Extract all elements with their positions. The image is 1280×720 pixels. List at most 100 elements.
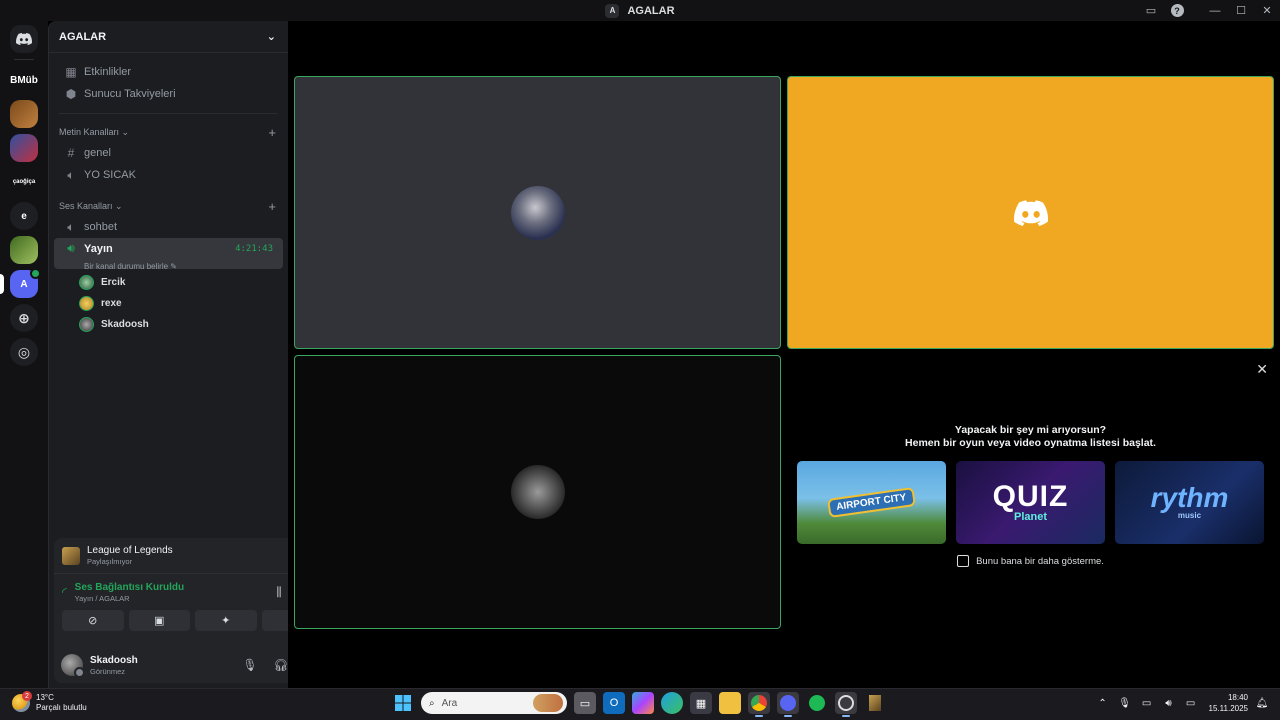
boost-icon: ⬢	[65, 87, 77, 101]
screen-share-button[interactable]: ▣	[128, 610, 190, 631]
calendar-icon: ▦	[65, 65, 77, 79]
add-voice-channel-icon[interactable]: +	[268, 199, 276, 214]
title-bar: A AGALAR ▭ ? — ☐ ✕	[0, 0, 1280, 21]
voice-channel-path[interactable]: Yayın / AGALAR	[75, 594, 259, 603]
help-icon[interactable]: ?	[1164, 0, 1190, 21]
avatar[interactable]	[61, 654, 85, 678]
clock[interactable]: 18:40 15.11.2025	[1209, 692, 1248, 714]
edge-icon[interactable]	[661, 692, 683, 714]
add-server-icon[interactable]: ⊕	[10, 304, 38, 332]
store-icon[interactable]: ▦	[690, 692, 712, 714]
windows-start-icon[interactable]	[392, 692, 414, 714]
user-name[interactable]: Skadoosh	[90, 655, 231, 666]
voice-user[interactable]: rexe	[49, 293, 288, 314]
channel-yayin[interactable]: 🔊︎ Yayın 4:21:43 Bir kanal durumu belirl…	[54, 238, 283, 271]
text-category[interactable]: Metin Kanalları ⌄ +	[49, 122, 288, 142]
voice-user-name: rexe	[101, 298, 122, 309]
discord-logo-icon	[1013, 199, 1048, 226]
maximize-button[interactable]: ☐	[1228, 0, 1254, 21]
activity-card-quiz-planet[interactable]: QUIZ Planet	[956, 461, 1105, 544]
discord-home-icon[interactable]	[10, 25, 38, 53]
channel-yo-sicak[interactable]: 🔈︎ YO SICAK	[54, 164, 283, 186]
voice-category[interactable]: Ses Kanalları ⌄ +	[49, 196, 288, 216]
network-icon[interactable]: ▭	[1139, 692, 1155, 714]
voice-connected-label[interactable]: Ses Bağlantısı Kuruldu	[75, 582, 259, 593]
spotify-icon[interactable]	[806, 692, 828, 714]
activity-title: AIRPORT CITY	[827, 487, 916, 518]
server-agalar[interactable]: A	[0, 268, 41, 298]
server-e[interactable]: e	[10, 202, 38, 230]
clock-date: 15.11.2025	[1208, 704, 1248, 713]
channel-sohbet[interactable]: 🔈︎ sohbet	[54, 216, 283, 238]
weather-widget[interactable]: 2 13°C Parçalı bulutlu	[12, 691, 87, 713]
channel-label: genel	[84, 147, 111, 159]
league-of-legends-taskbar-icon[interactable]	[864, 692, 886, 714]
avatar	[510, 185, 565, 240]
battery-icon[interactable]: ▭	[1183, 692, 1199, 714]
volume-icon[interactable]: 🔊︎	[1161, 692, 1177, 714]
participant-tile-rexe[interactable]	[787, 76, 1274, 349]
activities-button[interactable]: ✦	[195, 610, 257, 631]
avatar	[79, 317, 94, 332]
search-icon: ⌕	[429, 697, 435, 709]
discover-icon[interactable]: ◎	[10, 338, 38, 366]
close-icon[interactable]: ✕	[1256, 361, 1268, 378]
participant-tile-skadoosh[interactable]	[294, 355, 781, 629]
voice-user[interactable]: Skadoosh	[49, 314, 288, 335]
outlook-icon[interactable]: O	[603, 692, 625, 714]
hash-icon: #	[67, 146, 75, 160]
voice-user[interactable]: Ercik	[49, 272, 288, 293]
server-caogica[interactable]: çaoğiça	[10, 168, 38, 196]
voice-user-name: Ercik	[101, 277, 126, 288]
suggestion-heading: Yapacak bir şey mi arıyorsun? Hemen bir …	[787, 424, 1274, 450]
weather-desc: Parçalı bulutlu	[36, 703, 87, 712]
channel-status-prompt[interactable]: Bir kanal durumu belirle ✎	[64, 262, 177, 271]
dont-show-again[interactable]: Bunu bana bir daha gösterme.	[787, 555, 1274, 567]
checkbox[interactable]	[957, 555, 970, 567]
add-text-channel-icon[interactable]: +	[268, 125, 276, 140]
copilot-icon[interactable]	[632, 692, 654, 714]
taskbar-search[interactable]: ⌕ Ara	[421, 692, 567, 714]
selected-indicator	[0, 274, 4, 294]
notification-badge: 2	[22, 691, 32, 701]
activity-card-rythm[interactable]: rythm music	[1115, 461, 1264, 544]
chrome-icon[interactable]	[748, 692, 770, 717]
active-voice-name: Yayın	[84, 242, 113, 255]
task-view-icon[interactable]: ▭	[574, 692, 596, 714]
notifications-bell-icon[interactable]: 🔔︎	[1254, 692, 1270, 714]
chevron-up-icon[interactable]: ⌃	[1095, 692, 1111, 714]
file-explorer-icon[interactable]	[719, 692, 741, 714]
game-name: League of Legends	[87, 545, 173, 556]
taskbar-apps: ⌕ Ara ▭ O ▦	[392, 692, 886, 717]
participant-tile-ercik[interactable]	[294, 76, 781, 349]
activity-card-airport-city[interactable]: AIRPORT CITY	[797, 461, 946, 544]
title-bar-controls: ▭ ? — ☐ ✕	[1138, 0, 1280, 21]
inbox-icon[interactable]: ▭	[1138, 0, 1164, 21]
server-rail: BMüb çaoğiça e A ⊕ ◎	[0, 21, 48, 688]
camera-off-button[interactable]: ⊘	[62, 610, 124, 631]
microphone-tray-icon[interactable]: 🎙︎	[1117, 692, 1133, 714]
text-category-label: Metin Kanalları ⌄	[59, 126, 130, 137]
channel-genel[interactable]: # genel	[54, 142, 283, 164]
chevron-down-icon: ⌄	[266, 31, 276, 43]
game-share-status: Paylaşılmıyor	[87, 557, 133, 566]
minimize-button[interactable]: —	[1202, 0, 1228, 21]
server-avatar-2[interactable]	[10, 134, 38, 162]
server-bmub[interactable]: BMüb	[10, 66, 38, 94]
discord-taskbar-icon[interactable]	[777, 692, 799, 717]
server-header[interactable]: AGALAR ⌄	[49, 21, 288, 53]
boosts-item[interactable]: ⬢ Sunucu Takviyeleri	[54, 83, 283, 105]
lol-client-icon[interactable]	[835, 692, 857, 717]
server-icon-small: A	[605, 3, 620, 18]
speaker-icon: 🔊︎	[67, 241, 75, 255]
close-button[interactable]: ✕	[1254, 0, 1280, 21]
activity-suggestion: ✕ Yapacak bir şey mi arıyorsun? Hemen bi…	[787, 355, 1274, 629]
events-item[interactable]: ▦ Etkinlikler	[54, 61, 283, 83]
system-tray: ⌃ 🎙︎ ▭ 🔊︎ ▭ 18:40 15.11.2025 🔔︎	[1095, 692, 1270, 714]
sidebar-divider	[59, 113, 278, 114]
server-avatar-3[interactable]	[10, 236, 38, 264]
server-avatar-1[interactable]	[10, 100, 38, 128]
dont-show-label: Bunu bana bir daha gösterme.	[976, 555, 1104, 567]
microphone-icon[interactable]: 🎙︎	[238, 653, 262, 677]
boosts-label: Sunucu Takviyeleri	[84, 88, 176, 100]
